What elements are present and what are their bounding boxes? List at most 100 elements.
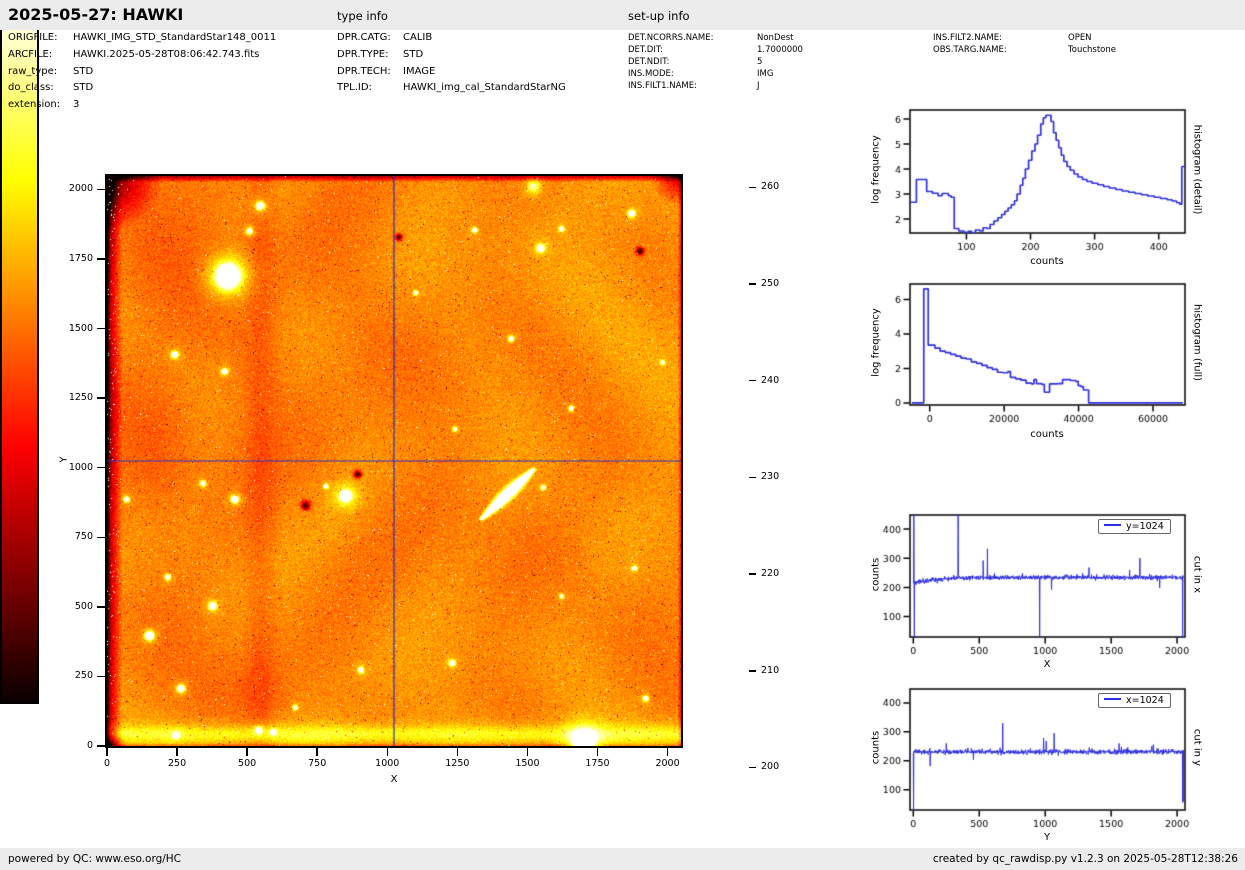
page-title: 2025-05-27: HAWKI	[8, 5, 184, 24]
meta-value: IMAGE	[403, 65, 436, 77]
meta-label: extension:	[8, 99, 61, 111]
histogram-full-plot	[868, 274, 1198, 454]
cut-y-legend: x=1024	[1098, 693, 1171, 708]
main-x-tick	[386, 748, 389, 756]
meta-row: INS.FILT1.NAME: J	[628, 80, 803, 92]
meta-value: IMG	[757, 69, 774, 79]
main-x-tick-label: 1000	[375, 758, 400, 769]
cut-x-legend: y=1024	[1098, 519, 1171, 534]
colorbar-tick	[749, 766, 756, 769]
histogram-detail-plot	[868, 100, 1198, 280]
meta-value: HAWKI_IMG_STD_StandardStar148_0011	[73, 32, 277, 43]
setup-info-heading: set-up info	[628, 9, 690, 23]
meta-label: do_class:	[8, 82, 54, 94]
main-x-tick-label: 1250	[445, 758, 470, 769]
meta-row: DPR.TECH: IMAGE	[337, 64, 566, 81]
meta-row: ARCFILE: HAWKI.2025-05-28T08:06:42.743.fi…	[8, 47, 276, 64]
main-y-tick	[97, 327, 105, 330]
main-x-tick-label: 500	[238, 758, 257, 769]
colorbar-tick-label: 250	[761, 278, 780, 290]
meta-label: DPR.TYPE:	[337, 48, 389, 60]
main-y-tick	[97, 466, 105, 469]
hist-full-x-axis-label: counts	[1030, 429, 1064, 440]
legend-line-icon	[1104, 524, 1121, 526]
footer-right-text: created by qc_rawdisp.py v1.2.3 on 2025-…	[932, 853, 1238, 865]
main-y-tick-label: 1500	[68, 322, 93, 334]
main-x-tick	[176, 748, 178, 756]
hist-full-y-axis-label: log frequency	[870, 308, 882, 377]
hist-detail-side-title: histogram (detail)	[1191, 124, 1203, 215]
meta-row: INS.MODE: IMG	[628, 68, 803, 80]
main-x-tick	[316, 748, 318, 756]
colorbar-tick	[749, 573, 756, 575]
footer-left-text: powered by QC: www.eso.org/HC	[8, 853, 182, 865]
main-y-tick-label: 0	[86, 740, 93, 751]
cut-y-legend-label: x=1024	[1126, 695, 1164, 706]
meta-value: 5	[757, 57, 763, 67]
meta-value: NonDest	[757, 33, 794, 43]
setup-info-col2: INS.FILT2.NAME: OPEN OBS.TARG.NAME: Touchst…	[933, 32, 1116, 56]
meta-row: do_class: STD	[8, 80, 276, 97]
meta-label: INS.MODE:	[628, 69, 674, 79]
meta-label: ORIGFILE:	[8, 32, 58, 43]
colorbar-tick-label: 200	[761, 761, 780, 773]
main-x-tick-label: 1500	[515, 758, 540, 769]
main-y-tick	[97, 745, 105, 747]
cut-y-y-axis-label: counts	[870, 730, 882, 765]
cut-x-x-axis-label: X	[1043, 659, 1051, 670]
meta-value: Touchstone	[1068, 45, 1116, 55]
meta-label: DPR.TECH:	[337, 65, 391, 77]
main-y-tick	[97, 188, 105, 191]
meta-label: INS.FILT1.NAME:	[628, 81, 697, 91]
type-info-heading: type info	[337, 9, 388, 23]
main-x-tick	[526, 748, 529, 756]
meta-label: INS.FILT2.NAME:	[933, 33, 1002, 43]
cut-x-side-title: cut in x	[1191, 555, 1203, 594]
meta-label: DET.NDIT:	[628, 57, 670, 67]
main-x-tick-label: 750	[308, 758, 327, 769]
colorbar-tick-label: 230	[761, 471, 780, 483]
meta-row: extension: 3	[8, 97, 276, 114]
meta-row: TPL.ID: HAWKI_img_cal_StandardStarNG	[337, 80, 566, 97]
file-info-block: ORIGFILE: HAWKI_IMG_STD_StandardStar148_0…	[8, 30, 276, 114]
qc-report-page: 2025-05-27: HAWKI type info set-up info …	[0, 0, 1245, 870]
main-y-tick-label: 750	[74, 531, 93, 543]
type-info-block: DPR.CATG: CALIB DPR.TYPE: STD DPR.TECH: IMAGE…	[337, 30, 566, 97]
meta-row: DET.NDIT: 5	[628, 56, 803, 68]
colorbar-tick	[749, 186, 756, 189]
main-x-tick	[246, 748, 248, 756]
meta-value: STD	[73, 65, 94, 77]
meta-value: HAWKI.2025-05-28T08:06:42.743.fits	[73, 48, 260, 60]
main-x-tick	[666, 748, 669, 756]
meta-value: 1.7000000	[757, 45, 803, 55]
cut-x-legend-label: y=1024	[1126, 521, 1164, 532]
meta-row: INS.FILT2.NAME: OPEN	[933, 32, 1116, 44]
hist-detail-x-axis-label: counts	[1030, 256, 1064, 267]
legend-line-icon	[1104, 698, 1121, 700]
main-y-tick	[97, 606, 105, 608]
footer-bar: powered by QC: www.eso.org/HC created by…	[0, 848, 1245, 870]
main-x-tick-label: 0	[103, 758, 111, 769]
meta-value: STD	[403, 48, 424, 60]
meta-row: ORIGFILE: HAWKI_IMG_STD_StandardStar148_0…	[8, 30, 276, 47]
meta-row: DET.DIT: 1.7000000	[628, 44, 803, 56]
colorbar-tick-label: 260	[761, 181, 780, 193]
meta-label: DET.DIT:	[628, 45, 663, 55]
main-y-tick-label: 2000	[68, 183, 93, 195]
main-x-tick	[456, 748, 459, 756]
cut-y-side-title: cut in y	[1191, 728, 1203, 767]
main-y-tick-label: 500	[74, 600, 93, 612]
main-y-tick-label: 250	[74, 670, 93, 682]
colorbar-tick	[749, 476, 756, 479]
meta-value: HAWKI_img_cal_StandardStarNG	[403, 82, 566, 94]
meta-label: ARCFILE:	[8, 48, 53, 60]
meta-row: DET.NCORRS.NAME: NonDest	[628, 32, 803, 44]
meta-label: TPL.ID:	[337, 82, 372, 94]
colorbar-tick	[749, 670, 756, 672]
cut-x-y-axis-label: counts	[870, 557, 882, 592]
meta-value: OPEN	[1068, 33, 1092, 43]
meta-label: raw_type:	[8, 65, 58, 77]
main-y-tick	[97, 536, 105, 538]
meta-label: DET.NCORRS.NAME:	[628, 33, 714, 43]
meta-value: STD	[73, 82, 94, 94]
